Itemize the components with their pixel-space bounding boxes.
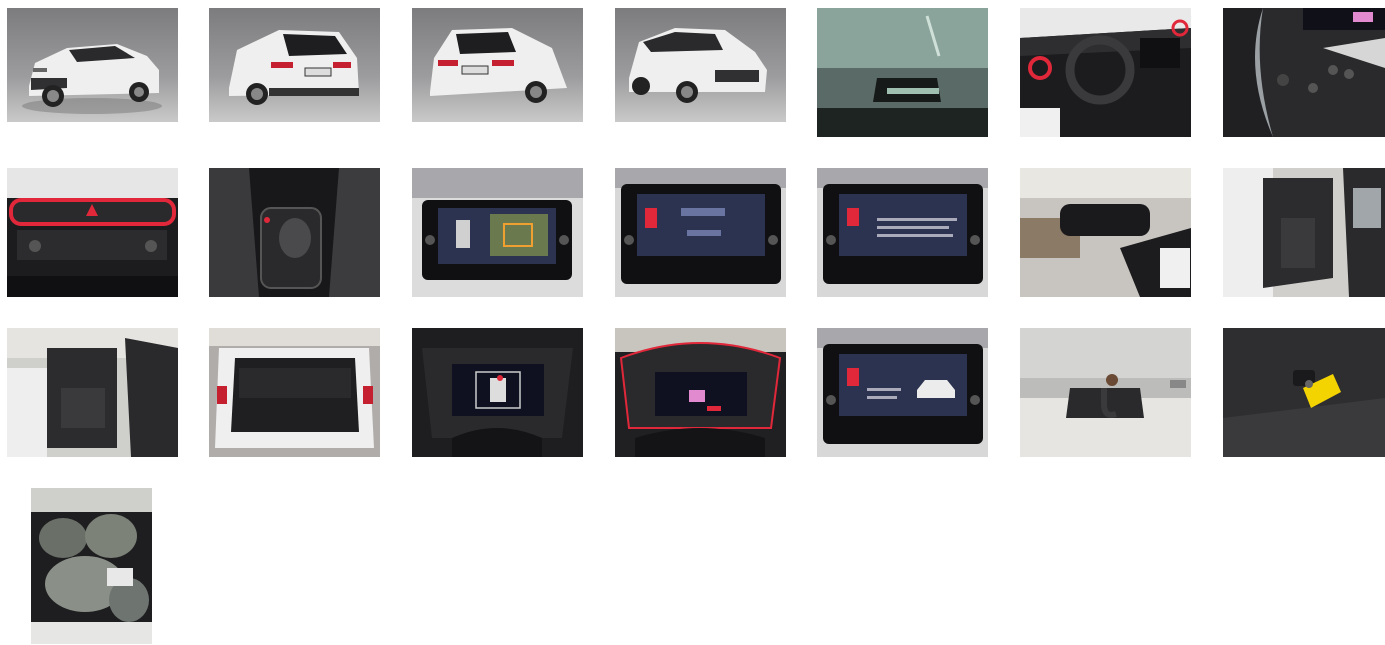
photo-car-rear-right[interactable] (412, 8, 583, 122)
photo-gallery (0, 0, 1385, 645)
photo-tires-in-trunk[interactable] (31, 488, 152, 644)
photo-digital-cluster-car[interactable] (412, 328, 583, 457)
photo-front-door[interactable] (1223, 168, 1385, 297)
photo-digital-cluster-speed[interactable] (615, 328, 786, 457)
key-tag-image (1223, 328, 1385, 457)
steering-buttons-image (1223, 8, 1385, 137)
photo-infotainment-vehicle[interactable] (817, 328, 988, 457)
vin-plate-image (817, 8, 988, 137)
digital-cluster-image (615, 328, 786, 457)
car-front-image (615, 8, 786, 122)
car-front-image (7, 8, 178, 122)
car-rear-image (209, 8, 380, 122)
dashboard-image (1020, 8, 1191, 137)
rearview-mirror-image (1020, 168, 1191, 297)
trunk-image (209, 328, 380, 457)
photo-tow-hitch[interactable] (1020, 328, 1191, 457)
infotainment-image (615, 168, 786, 297)
photo-steering-buttons[interactable] (1223, 8, 1385, 137)
infotainment-image (412, 168, 583, 297)
front-door-image (1223, 168, 1385, 297)
photo-car-rear-left[interactable] (209, 8, 380, 122)
photo-infotainment-mobile[interactable] (817, 168, 988, 297)
car-rear-image (412, 8, 583, 122)
photo-car-front[interactable] (7, 8, 178, 122)
photo-climate-controls[interactable] (7, 168, 178, 297)
photo-gear-selector[interactable] (209, 168, 380, 297)
photo-rear-door[interactable] (7, 328, 178, 457)
infotainment-image (817, 168, 988, 297)
photo-trunk[interactable] (209, 328, 380, 457)
photo-windshield-vin[interactable] (817, 8, 988, 137)
photo-key-tag[interactable] (1223, 328, 1385, 457)
photo-car-front-right[interactable] (615, 8, 786, 122)
photo-infotainment-bluetooth[interactable] (615, 168, 786, 297)
infotainment-image (817, 328, 988, 457)
photo-infotainment-camera[interactable] (412, 168, 583, 297)
photo-dashboard[interactable] (1020, 8, 1191, 137)
digital-cluster-image (412, 328, 583, 457)
climate-controls-image (7, 168, 178, 297)
rear-door-image (7, 328, 178, 457)
gear-selector-image (209, 168, 380, 297)
tires-image (31, 488, 152, 644)
photo-rearview-mirror[interactable] (1020, 168, 1191, 297)
tow-hitch-image (1020, 328, 1191, 457)
